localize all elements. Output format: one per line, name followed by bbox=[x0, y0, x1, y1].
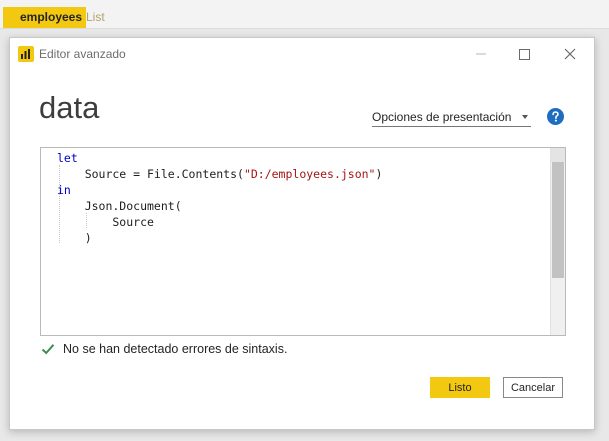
checkmark-icon bbox=[41, 344, 55, 355]
vertical-scrollbar[interactable] bbox=[550, 148, 565, 335]
help-icon[interactable] bbox=[547, 108, 564, 125]
window-title: Editor avanzado bbox=[39, 47, 126, 61]
breadcrumb-item-employees[interactable]: employees bbox=[3, 7, 87, 28]
breadcrumb-bar: employees List bbox=[0, 0, 609, 29]
code-line: Source bbox=[57, 215, 154, 229]
code-line: let bbox=[57, 151, 78, 165]
code-line: Json.Document( bbox=[57, 199, 182, 213]
advanced-editor-dialog: Editor avanzado data Opciones de present… bbox=[9, 37, 595, 430]
display-options-label: Opciones de presentación bbox=[372, 110, 512, 124]
code-line: Source = File.Contents("D:/employees.jso… bbox=[57, 167, 383, 181]
done-button[interactable]: Listo bbox=[430, 377, 490, 398]
close-button[interactable] bbox=[555, 41, 585, 67]
minimize-icon bbox=[476, 53, 486, 55]
title-bar: Editor avanzado bbox=[10, 38, 594, 70]
close-icon bbox=[564, 48, 576, 60]
code-editor[interactable]: let Source = File.Contents("D:/employees… bbox=[40, 147, 566, 336]
power-bi-icon bbox=[18, 46, 34, 62]
breadcrumb-item-list[interactable]: List bbox=[86, 7, 105, 28]
scroll-up-button[interactable] bbox=[551, 148, 565, 162]
code-line: in bbox=[57, 183, 71, 197]
scroll-thumb[interactable] bbox=[552, 162, 564, 278]
cancel-button[interactable]: Cancelar bbox=[503, 377, 563, 398]
query-name-heading: data bbox=[39, 90, 100, 125]
maximize-icon bbox=[519, 49, 530, 60]
code-string: "D:/employees.json" bbox=[243, 167, 376, 181]
code-line: ) bbox=[57, 231, 92, 245]
code-area[interactable]: let Source = File.Contents("D:/employees… bbox=[41, 148, 551, 335]
minimize-button[interactable] bbox=[466, 41, 496, 67]
status-text: No se han detectado errores de sintaxis. bbox=[63, 342, 288, 356]
display-options-dropdown[interactable]: Opciones de presentación bbox=[372, 108, 532, 127]
chevron-down-icon bbox=[522, 115, 529, 119]
maximize-button[interactable] bbox=[509, 41, 539, 67]
